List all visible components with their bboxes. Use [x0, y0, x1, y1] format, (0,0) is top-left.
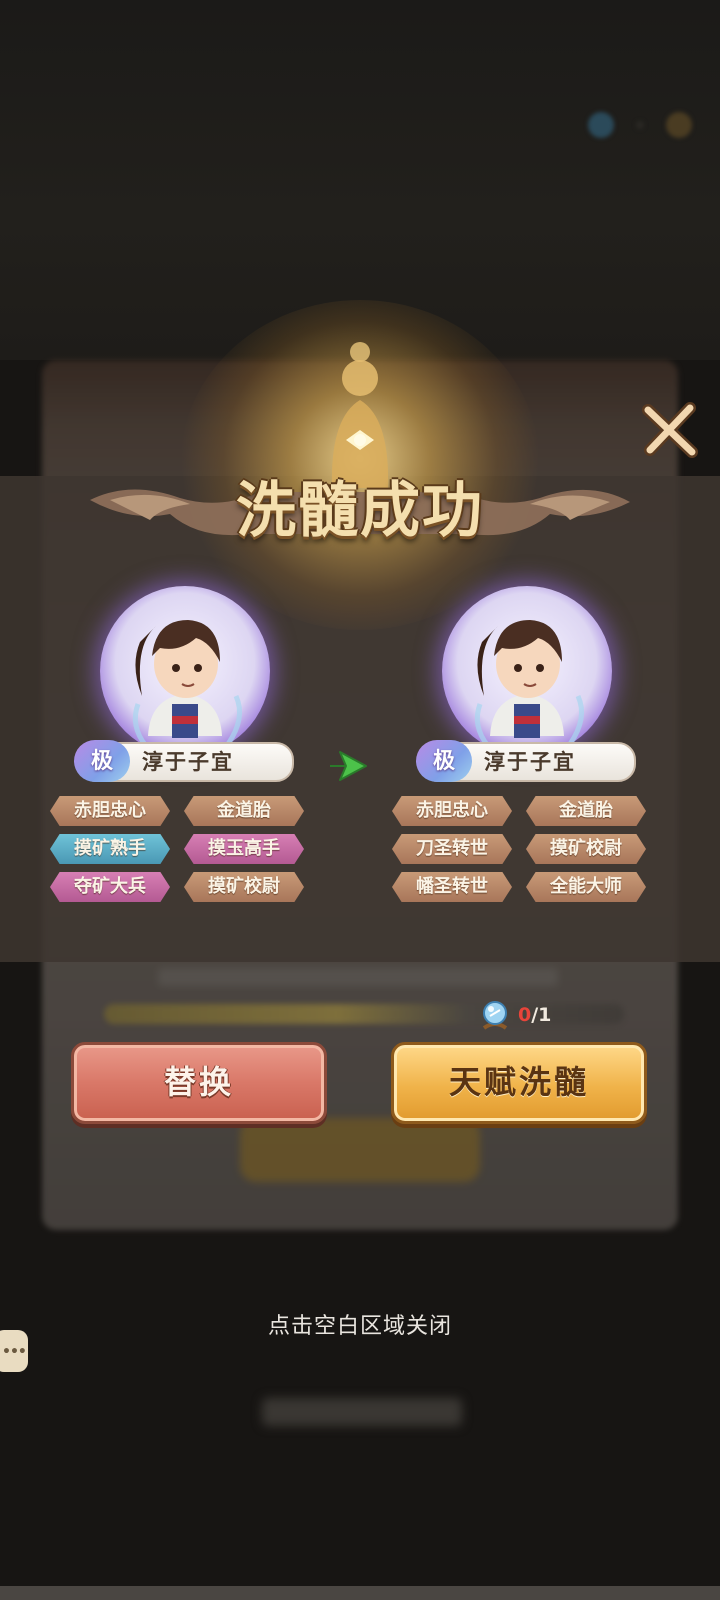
- talent-label: 摸玉高手: [208, 838, 280, 859]
- crystal-orb-icon: [482, 1001, 508, 1030]
- talent-tag[interactable]: 全能大师: [526, 872, 646, 902]
- dialog-title: 洗髓成功: [236, 476, 484, 546]
- talent-tag[interactable]: 幡圣转世: [392, 872, 512, 902]
- replace-button[interactable]: 替换: [71, 1042, 327, 1124]
- talent-tag[interactable]: 赤胆忠心: [50, 796, 170, 826]
- talent-label: 摸矿校尉: [208, 876, 280, 897]
- cost-count: 0/1: [518, 1004, 551, 1026]
- talent-tag[interactable]: 夺矿大兵: [50, 872, 170, 902]
- cost-required: /1: [531, 1004, 552, 1026]
- background-floor: [0, 1586, 720, 1600]
- background-gem-icon: [588, 112, 614, 138]
- talent-label: 刀圣转世: [416, 838, 488, 859]
- talent-list-before: 赤胆忠心 金道胎 摸矿熟手 摸玉高手 夺矿大兵 摸矿校尉: [50, 796, 312, 902]
- hero-name: 淳于子宜: [484, 750, 576, 774]
- background-hint-text: [262, 1398, 462, 1426]
- talent-label: 幡圣转世: [416, 876, 488, 897]
- talent-label: 赤胆忠心: [416, 800, 488, 821]
- grade-badge: 极: [74, 740, 130, 782]
- cost-owned: 0: [518, 1004, 532, 1026]
- hero-portrait: [442, 586, 612, 756]
- talent-label: 全能大师: [550, 876, 622, 897]
- hero-name: 淳于子宜: [142, 750, 234, 774]
- transform-arrow-icon: [330, 751, 367, 781]
- talent-tag[interactable]: 赤胆忠心: [392, 796, 512, 826]
- talent-label: 摸矿熟手: [74, 838, 146, 859]
- talent-label: 金道胎: [217, 800, 271, 821]
- reroll-cost: 0/1: [478, 998, 551, 1032]
- talent-tag[interactable]: 金道胎: [526, 796, 646, 826]
- talent-list-after: 赤胆忠心 金道胎 刀圣转世 摸矿校尉 幡圣转世 全能大师: [392, 796, 654, 902]
- background-separator: [636, 121, 644, 129]
- hero-name-tag: 极 淳于子宜: [74, 740, 294, 782]
- talent-reroll-button[interactable]: 天赋洗髓: [391, 1042, 647, 1124]
- close-hint[interactable]: 点击空白区域关闭: [0, 1308, 720, 1340]
- talent-tag[interactable]: 摸矿校尉: [184, 872, 304, 902]
- talent-tag[interactable]: 刀圣转世: [392, 834, 512, 864]
- hero-name-tag: 极 淳于子宜: [416, 740, 636, 782]
- talent-tag[interactable]: 摸矿校尉: [526, 834, 646, 864]
- hero-avatar-icon: [132, 620, 243, 748]
- hero-portrait: [100, 586, 270, 756]
- background-progress-caption: [158, 968, 558, 986]
- talent-label: 金道胎: [559, 800, 613, 821]
- background-coin-icon: [666, 112, 692, 138]
- talent-label: 赤胆忠心: [74, 800, 146, 821]
- hero-avatar-icon: [474, 620, 585, 748]
- talent-label: 摸矿校尉: [550, 838, 622, 859]
- close-icon[interactable]: [640, 400, 700, 460]
- grade-badge: 极: [416, 740, 472, 782]
- talent-tag[interactable]: 摸玉高手: [184, 834, 304, 864]
- background-panel-button: [240, 1118, 480, 1182]
- talent-tag[interactable]: 摸矿熟手: [50, 834, 170, 864]
- background-currency-icons: [588, 112, 692, 138]
- talent-label: 夺矿大兵: [74, 876, 146, 897]
- talent-tag[interactable]: 金道胎: [184, 796, 304, 826]
